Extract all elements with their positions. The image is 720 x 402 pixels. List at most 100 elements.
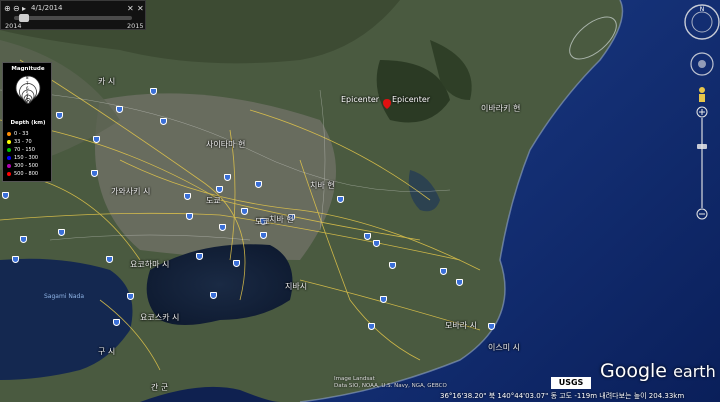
place-label: 모바라 시 bbox=[445, 321, 477, 330]
highway-shield-icon bbox=[216, 186, 223, 193]
time-slider-panel: ⊕ ⊖ ▸ 4/1/2014 ✕ ✕ 2014 2015 bbox=[0, 0, 146, 30]
highway-shield-icon bbox=[488, 323, 495, 330]
highway-shield-icon bbox=[160, 118, 167, 125]
place-label: 구 시 bbox=[98, 347, 116, 356]
highway-shield-icon bbox=[364, 233, 371, 240]
place-label: 치바 현 bbox=[310, 181, 335, 190]
place-label: 요코하마 시 bbox=[130, 260, 170, 269]
depth-range-label: 0 - 33 bbox=[14, 131, 29, 137]
depth-range-label: 70 - 150 bbox=[14, 147, 35, 153]
highway-shield-icon bbox=[2, 192, 9, 199]
highway-shield-icon bbox=[373, 240, 380, 247]
depth-row: 33 - 70 bbox=[7, 139, 32, 145]
epicenter-label-left: Epicenter bbox=[341, 95, 380, 104]
zoom-out-icon[interactable]: ⊖ bbox=[13, 4, 20, 13]
close-icon[interactable]: ✕ bbox=[137, 4, 144, 13]
epicenter-marker[interactable] bbox=[383, 94, 391, 109]
highway-shield-icon bbox=[260, 232, 267, 239]
move-joystick[interactable] bbox=[690, 52, 714, 76]
place-label: 카 시 bbox=[98, 77, 116, 86]
highway-shield-icon bbox=[337, 196, 344, 203]
highway-shield-icon bbox=[20, 236, 27, 243]
depth-range-label: 500 - 800 bbox=[14, 171, 39, 177]
highway-shield-icon bbox=[380, 296, 387, 303]
imagery-credit: Image Landsat Data SIO, NOAA, U.S. Navy,… bbox=[334, 376, 447, 389]
highway-shield-icon bbox=[93, 136, 100, 143]
highway-shield-icon bbox=[368, 323, 375, 330]
place-label: 도쿄 bbox=[206, 196, 221, 205]
highway-shield-icon bbox=[219, 224, 226, 231]
depth-row: 500 - 800 bbox=[7, 171, 38, 177]
time-slider-track[interactable] bbox=[14, 16, 132, 20]
highway-shield-icon bbox=[389, 262, 396, 269]
time-slider-thumb[interactable] bbox=[19, 14, 30, 22]
magnitude-value: 8 bbox=[26, 75, 29, 80]
magnitude-legend: Magnitude 8 7 6 5 4 3 Depth (km) 0 - 33 … bbox=[2, 62, 52, 182]
satellite-map[interactable] bbox=[0, 0, 720, 402]
depth-row: 70 - 150 bbox=[7, 147, 35, 153]
highway-shield-icon bbox=[91, 170, 98, 177]
highway-shield-icon bbox=[210, 292, 217, 299]
place-label: 도쿄 bbox=[255, 217, 270, 226]
street-view-icon[interactable] bbox=[699, 87, 705, 102]
depth-row: 0 - 33 bbox=[7, 131, 29, 137]
time-slider-date: 4/1/2014 bbox=[31, 4, 63, 12]
place-label: 간 군 bbox=[151, 383, 169, 392]
time-slider-end-year: 2015 bbox=[127, 22, 144, 30]
legend-title: Magnitude bbox=[11, 66, 45, 72]
depth-swatch bbox=[7, 131, 11, 136]
look-joystick[interactable]: N bbox=[684, 4, 720, 40]
depth-swatch bbox=[7, 163, 11, 168]
depth-swatch bbox=[7, 155, 11, 160]
highway-shield-icon bbox=[150, 88, 157, 95]
depth-row: 150 - 300 bbox=[7, 155, 38, 161]
highway-shield-icon bbox=[12, 256, 19, 263]
place-label: 이바라키 현 bbox=[481, 104, 521, 113]
highway-shield-icon bbox=[113, 319, 120, 326]
usgs-logo: USGS bbox=[551, 377, 591, 389]
highway-shield-icon bbox=[106, 256, 113, 263]
highway-shield-icon bbox=[56, 112, 63, 119]
zoom-slider[interactable] bbox=[696, 106, 708, 220]
settings-icon[interactable]: ✕ bbox=[127, 4, 134, 13]
depth-swatch bbox=[7, 139, 11, 144]
epicenter-label-right: Epicenter bbox=[392, 95, 431, 104]
highway-shield-icon bbox=[440, 268, 447, 275]
highway-shield-icon bbox=[233, 260, 240, 267]
depth-range-label: 150 - 300 bbox=[14, 155, 39, 161]
highway-shield-icon bbox=[241, 208, 248, 215]
google-logo-text: Google bbox=[600, 360, 668, 382]
highway-shield-icon bbox=[196, 253, 203, 260]
highway-shield-icon bbox=[58, 229, 65, 236]
magnitude-value: 3 bbox=[26, 99, 29, 104]
place-label: 이스미 시 bbox=[488, 343, 520, 352]
depth-range-label: 300 - 500 bbox=[14, 163, 39, 169]
highway-shield-icon bbox=[224, 174, 231, 181]
google-earth-logo: Google earth bbox=[600, 360, 716, 382]
time-slider-start-year: 2014 bbox=[5, 22, 22, 30]
highway-shield-icon bbox=[456, 279, 463, 286]
earth-logo-text: earth bbox=[673, 362, 716, 381]
status-bar: 36°16'38.20" 북 140°44'03.07" 동 고도 -119m … bbox=[440, 392, 685, 400]
pin-icon bbox=[383, 99, 391, 109]
highway-shield-icon bbox=[186, 213, 193, 220]
highway-shield-icon bbox=[116, 106, 123, 113]
navigation-controls: N bbox=[684, 2, 720, 222]
north-icon: N bbox=[700, 6, 705, 13]
zoom-in-icon[interactable]: ⊕ bbox=[4, 4, 11, 13]
depth-range-label: 33 - 70 bbox=[14, 139, 32, 145]
sea-label: Sagami Nada bbox=[44, 293, 85, 300]
place-label: 가와사키 시 bbox=[111, 187, 151, 196]
highway-shield-icon bbox=[255, 181, 262, 188]
place-label: 요코스카 시 bbox=[140, 313, 180, 322]
depth-swatch bbox=[7, 171, 11, 176]
place-label: 사이타마 현 bbox=[206, 140, 246, 149]
depth-row: 300 - 500 bbox=[7, 163, 38, 169]
place-label: 지바시 bbox=[285, 282, 308, 291]
navigation-controls-graphic: N bbox=[684, 4, 720, 220]
play-icon[interactable]: ▸ bbox=[22, 4, 26, 13]
highway-shield-icon bbox=[184, 193, 191, 200]
highway-shield-icon bbox=[127, 293, 134, 300]
place-label: 치바 현 bbox=[269, 215, 294, 224]
depth-title: Depth (km) bbox=[10, 120, 46, 126]
